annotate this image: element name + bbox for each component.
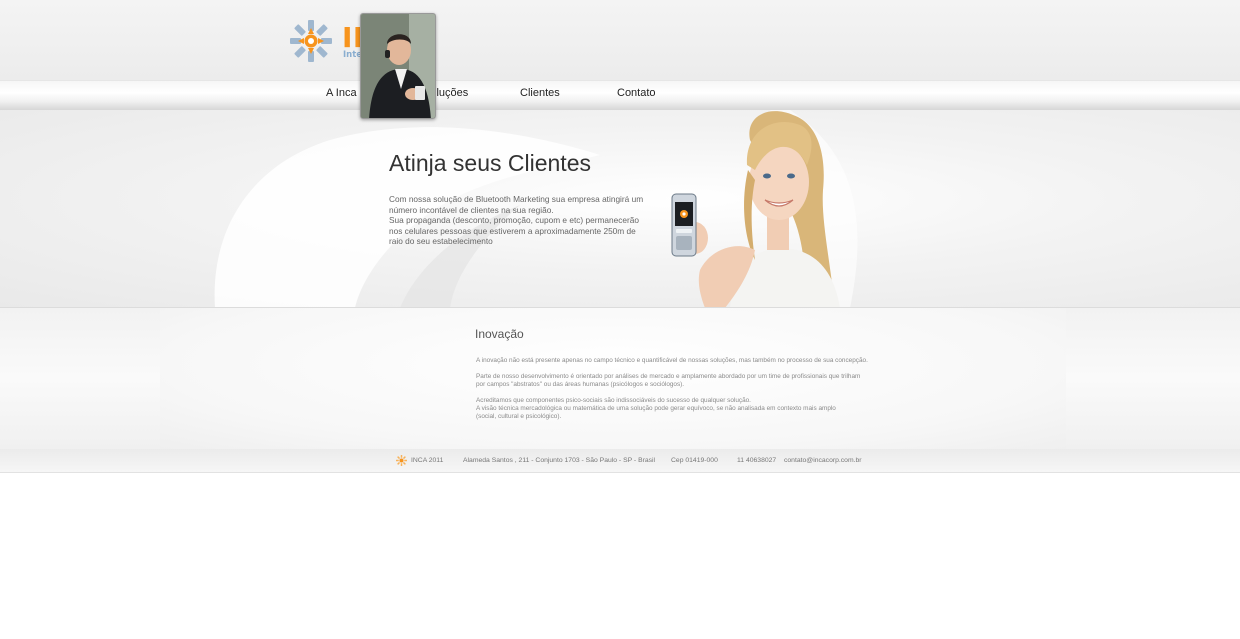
section-line-part: Parte de nosso desenvolvimento é orienta… [476, 373, 861, 380]
footer-copyright: INCA 2011 [411, 457, 444, 464]
section-line: Acreditamos que componentes psico-sociai… [476, 397, 896, 421]
hero-paragraph-1: Com nossa solução de Bluetooth Marketing… [389, 194, 644, 215]
woman-holding-phone-image [671, 111, 840, 307]
section-line-part: (social, cultural e psicológico). [476, 413, 562, 420]
main-nav: A Inca Soluções Clientes Contato [0, 80, 1240, 110]
hero-paragraph-2: Sua propaganda (desconto, promoção, cupo… [389, 215, 639, 246]
section-line-part: A visão técnica mercadológica ou matemát… [476, 405, 836, 412]
footer-cep: Cep 01419-000 [671, 457, 718, 464]
businessman-phone-image [360, 13, 436, 119]
footer-address: Alameda Santos , 211 - Conjunto 1703 - S… [463, 457, 656, 464]
footer-phone: 11 40638027 [737, 457, 777, 464]
section-body: A inovação não está presente apenas no c… [476, 357, 896, 429]
section-line: Parte de nosso desenvolvimento é orienta… [476, 373, 896, 389]
header: INCA Inteligência Móvel [0, 0, 1240, 80]
section-title-inovacao: Inovação [475, 327, 524, 341]
section-line-part: por campos "abstratos" ou das áreas huma… [476, 381, 685, 388]
section-line-part: Acreditamos que componentes psico-sociai… [476, 397, 751, 404]
inca-sun-small-icon [396, 455, 407, 466]
nav-item-contato[interactable]: Contato [617, 87, 656, 99]
inca-sun-logo-icon [290, 20, 332, 62]
hero-banner: Atinja seus Clientes Com nossa solução d… [0, 110, 1240, 308]
hero-description: Com nossa solução de Bluetooth Marketing… [389, 194, 651, 247]
nav-item-a-inca[interactable]: A Inca [326, 87, 357, 99]
mobile-phone-icon [671, 193, 697, 257]
section-line: A inovação não está presente apenas no c… [476, 357, 868, 364]
nav-item-clientes[interactable]: Clientes [520, 87, 560, 99]
hero-title: Atinja seus Clientes [389, 150, 591, 176]
footer: INCA 2011 Alameda Santos , 211 - Conjunt… [0, 449, 1240, 473]
footer-email-link[interactable]: contato@incacorp.com.br [784, 457, 862, 464]
